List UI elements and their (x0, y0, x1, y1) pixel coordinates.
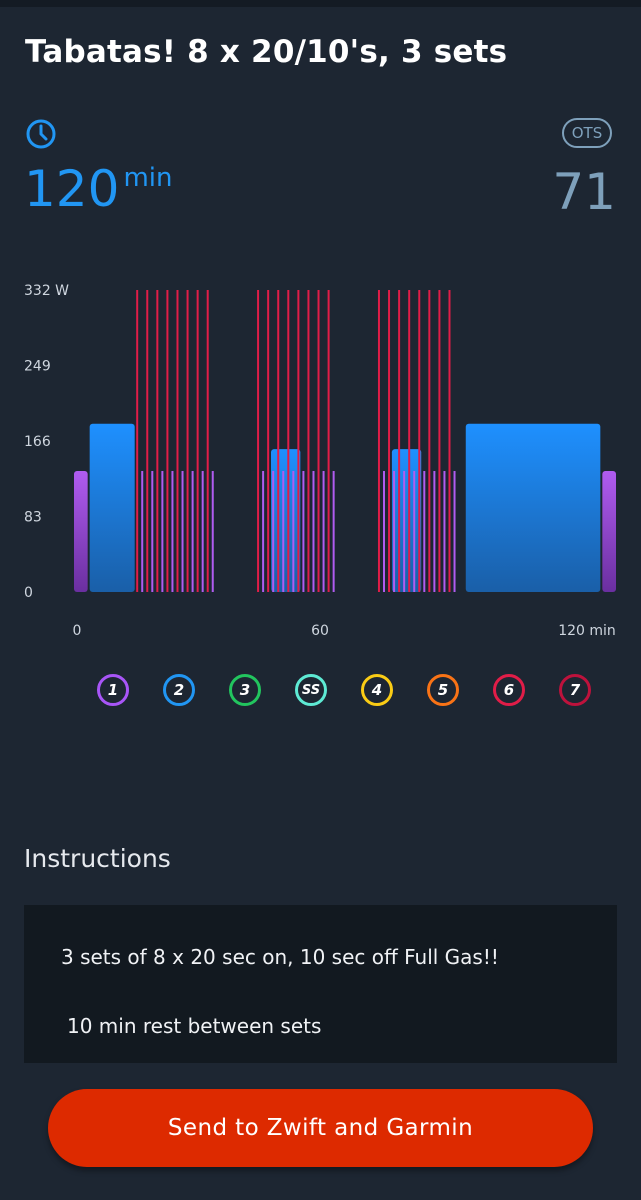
instructions-heading: Instructions (24, 844, 171, 873)
power-block-zone-2 (465, 423, 601, 592)
instructions-line-rest: 10 min rest between sets (67, 1014, 322, 1038)
duration-value: 120 (24, 160, 120, 218)
zone-4-badge: 4 (361, 674, 393, 706)
ots-badge: OTS (562, 118, 612, 148)
y-tick-label: 0 (24, 585, 33, 601)
instructions-line-sets: 3 sets of 8 x 20 sec on, 10 sec off Full… (61, 945, 499, 969)
zone-1-badge: 1 (97, 674, 129, 706)
zone-6-badge: 6 (493, 674, 525, 706)
y-tick-label: 249 (24, 359, 51, 375)
clock-icon (26, 119, 56, 149)
power-block-zone-2 (271, 449, 301, 592)
x-tick-label: 60 (311, 623, 329, 639)
x-tick-label: 0 (73, 623, 82, 639)
workout-title: Tabatas! 8 x 20/10's, 3 sets (25, 34, 508, 70)
x-tick-label: 120 min (558, 623, 616, 639)
power-block-zone-2 (391, 449, 422, 592)
zone-3-badge: 3 (229, 674, 261, 706)
zone-2-badge: 2 (163, 674, 195, 706)
zone-5-badge: 5 (427, 674, 459, 706)
zone-ss-badge: SS (295, 674, 327, 706)
zone-legend: 1 2 3 SS 4 5 6 7 (95, 674, 595, 714)
instructions-box: 3 sets of 8 x 20 sec on, 10 sec off Full… (24, 905, 617, 1063)
power-block-zone-1 (74, 471, 88, 592)
y-tick-label: 166 (24, 434, 51, 450)
status-bar-strip (0, 0, 641, 7)
duration-unit: min (123, 163, 173, 193)
y-tick-label: 332 W (24, 283, 69, 299)
y-tick-label: 83 (24, 510, 42, 526)
power-block-zone-2 (89, 423, 135, 592)
workout-duration: 120 min (24, 160, 172, 218)
zone-7-badge: 7 (559, 674, 591, 706)
power-block-zone-1 (602, 471, 616, 592)
workout-power-chart: 332 W 249 166 83 0 0 60 120 min (24, 283, 616, 639)
send-to-zwift-garmin-button[interactable]: Send to Zwift and Garmin (48, 1089, 593, 1167)
ots-value: 71 (552, 163, 616, 221)
